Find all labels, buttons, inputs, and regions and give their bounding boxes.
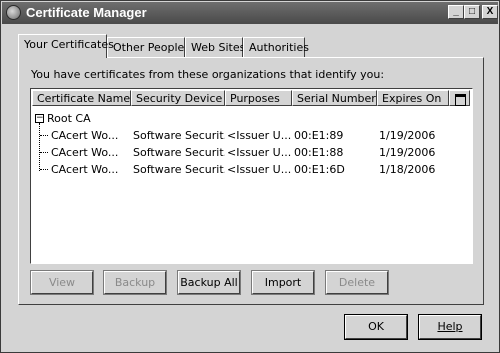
tab-your-certificates[interactable]: Your Certificates (18, 34, 114, 58)
cell-certificate-name: CAcert Wo... (51, 129, 119, 142)
window-title: Certificate Manager (26, 5, 147, 20)
ok-button[interactable]: OK (344, 314, 408, 340)
import-button[interactable]: Import (251, 270, 315, 295)
cell-security-device: Software Securit... (133, 129, 225, 142)
column-serial-number[interactable]: Serial Number (292, 90, 377, 106)
certificate-tree[interactable]: Certificate Name Security Device Purpose… (30, 88, 473, 264)
cell-expires-on: 1/19/2006 (379, 129, 436, 142)
cell-security-device: Software Securit... (133, 163, 225, 176)
app-icon (6, 5, 21, 20)
tree-connector (40, 169, 48, 170)
cell-expires-on: 1/18/2006 (379, 163, 436, 176)
cell-serial-number: 00:E1:89 (294, 129, 344, 142)
close-button[interactable]: X (482, 5, 498, 19)
ok-label: OK (368, 320, 384, 333)
title-bar[interactable]: Certificate Manager _ □ X (2, 2, 498, 24)
group-root-ca[interactable]: Root CA (47, 111, 91, 126)
delete-button[interactable]: Delete (325, 270, 389, 295)
column-expires-on[interactable]: Expires On (377, 90, 449, 106)
column-picker-icon[interactable] (449, 90, 470, 106)
tree-connector (40, 152, 48, 153)
column-security-device[interactable]: Security Device (131, 90, 225, 106)
cell-purposes: <Issuer U... (227, 163, 292, 176)
cell-certificate-name: CAcert Wo... (51, 146, 119, 159)
tab-panel: You have certificates from these organiz… (18, 57, 484, 305)
help-button[interactable]: Help (418, 314, 482, 340)
column-certificate-name[interactable]: Certificate Name (32, 90, 131, 106)
cell-certificate-name: CAcert Wo... (51, 163, 119, 176)
cell-expires-on: 1/19/2006 (379, 146, 436, 159)
tree-connector (40, 135, 48, 136)
maximize-button[interactable]: □ (464, 5, 480, 19)
help-label: Help (437, 320, 463, 333)
tab-web-sites[interactable]: Web Sites (185, 37, 245, 57)
tree-connector (39, 123, 40, 171)
column-purposes[interactable]: Purposes (225, 90, 292, 106)
cell-serial-number: 00:E1:6D (294, 163, 345, 176)
collapse-icon[interactable]: − (35, 114, 44, 123)
view-button[interactable]: View (30, 270, 94, 295)
certificate-manager-window: Certificate Manager _ □ X Your Certifica… (0, 0, 500, 353)
minimize-button[interactable]: _ (448, 5, 464, 19)
cell-serial-number: 00:E1:88 (294, 146, 344, 159)
tab-authorities[interactable]: Authorities (243, 37, 309, 57)
tab-other-peoples[interactable]: Other People's (107, 37, 193, 57)
cell-purposes: <Issuer U... (227, 146, 292, 159)
backup-all-button[interactable]: Backup All (177, 270, 241, 295)
backup-button[interactable]: Backup (103, 270, 167, 295)
intro-text: You have certificates from these organiz… (31, 68, 385, 81)
cell-purposes: <Issuer U... (227, 129, 292, 142)
cell-security-device: Software Securit... (133, 146, 225, 159)
